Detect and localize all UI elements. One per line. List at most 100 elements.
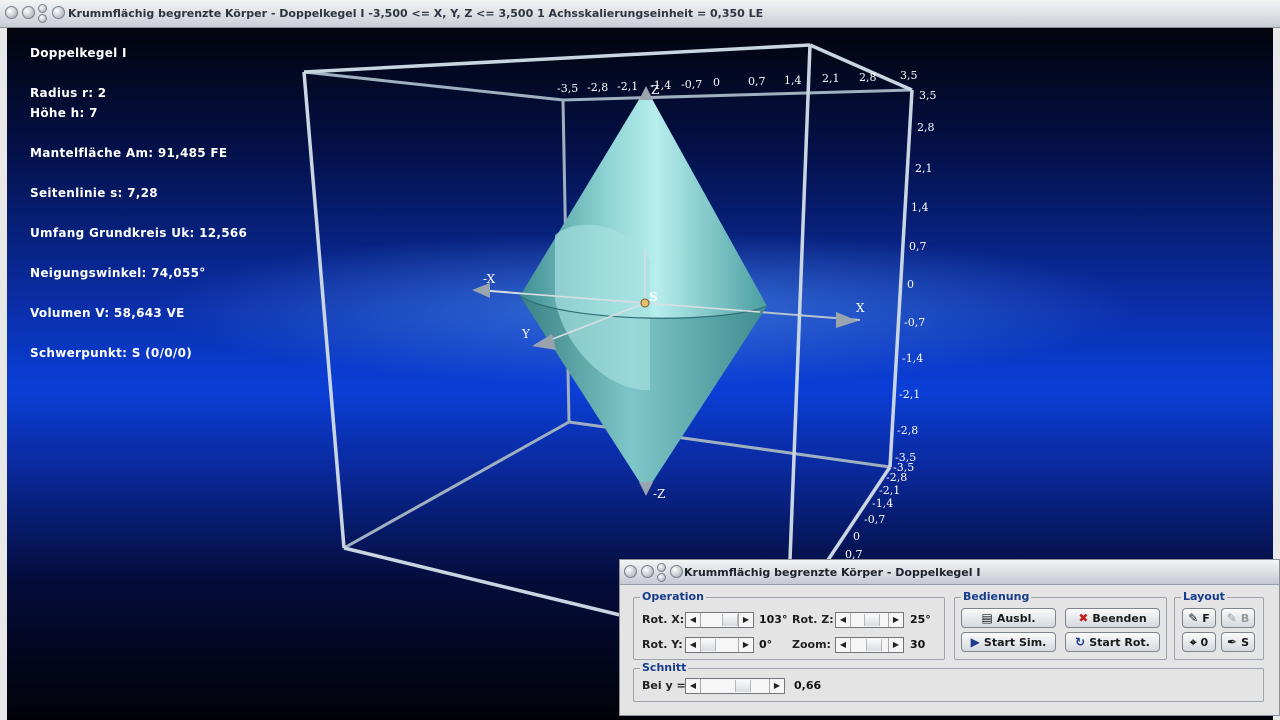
slider-thumb[interactable] [864, 614, 880, 626]
chevron-left-icon[interactable]: ◀ [836, 613, 851, 627]
section-y-value: 0,66 [794, 679, 822, 692]
tick-label: -2,1 [879, 484, 900, 497]
controls-group-label: Bedienung [961, 590, 1032, 603]
depth-tick-labels: -3,5 -2,8 -2,1 -1,4 -0,7 0 0,7 [845, 461, 914, 561]
centroid-label: S [649, 290, 658, 304]
dialog-maximize-icon[interactable] [657, 573, 666, 582]
chevron-left-icon[interactable]: ◀ [836, 638, 851, 652]
start-rot-button-label: Start Rot. [1089, 635, 1150, 649]
double-cone-solid [519, 88, 768, 492]
window-title: Krummflächig begrenzte Körper - Doppelke… [68, 7, 764, 20]
operation-group-label: Operation [640, 590, 706, 603]
radius-text: Radius r: 2 [30, 86, 107, 100]
axis-label-z: Z [651, 83, 659, 97]
tick-label: 3,5 [900, 69, 918, 82]
layout-b-button[interactable]: ✎ B [1221, 608, 1255, 628]
quit-button[interactable]: ✖ Beenden [1065, 608, 1160, 628]
start-sim-button[interactable]: ▶ Start Sim. [961, 632, 1056, 652]
circumference-text: Umfang Grundkreis Uk: 12,566 [30, 226, 248, 240]
tick-label: -3,5 [557, 82, 578, 95]
chevron-right-icon[interactable]: ▶ [738, 638, 753, 652]
window-minimize-icon[interactable] [22, 6, 35, 19]
tick-label: 2,1 [915, 162, 933, 175]
slider-thumb[interactable] [735, 680, 751, 692]
slider-thumb[interactable] [700, 639, 716, 651]
paint-bucket-icon: ✎ [1188, 611, 1199, 625]
rot-z-slider[interactable]: ◀ ▶ [835, 612, 904, 628]
tick-label: -2,8 [587, 81, 608, 94]
slider-thumb[interactable] [722, 614, 738, 626]
dialog-title-bar: Krummflächig begrenzte Körper - Doppelke… [620, 560, 1279, 585]
window-maximize-icon[interactable] [38, 14, 47, 23]
layout-f-button[interactable]: ✎ F [1182, 608, 1216, 628]
slider-thumb[interactable] [866, 639, 882, 651]
tick-label: -2,8 [897, 424, 918, 437]
tick-label: 2,8 [859, 71, 877, 84]
pen-icon: ✒ [1227, 635, 1238, 649]
axis-label-neg-z: -Z [653, 487, 665, 501]
layout-o-button[interactable]: ⌖ 0 [1182, 632, 1216, 652]
tick-label: 0,7 [748, 75, 766, 88]
axis-label-neg-x: -X [483, 272, 496, 286]
hide-button[interactable]: ▤ Ausbl. [961, 608, 1056, 628]
centroid-point [640, 298, 650, 308]
dialog-minimize-icon[interactable] [641, 565, 654, 578]
chevron-right-icon[interactable]: ▶ [738, 613, 753, 627]
chevron-left-icon[interactable]: ◀ [686, 613, 701, 627]
hide-icon: ▤ [981, 611, 993, 625]
tick-label: -1,4 [872, 497, 893, 510]
zoom-label: Zoom: [792, 638, 831, 651]
quit-button-label: Beenden [1092, 611, 1147, 625]
section-y-label: Bei y = [642, 679, 686, 692]
layout-o-label: 0 [1200, 635, 1209, 649]
axis-label-y: Y [521, 327, 531, 341]
tick-label: 0 [853, 530, 860, 543]
chevron-right-icon[interactable]: ▶ [769, 679, 784, 693]
close-x-icon: ✖ [1078, 611, 1089, 625]
layout-s-label: S [1241, 635, 1249, 649]
tick-label: 1,4 [784, 74, 802, 87]
rot-x-value: 103° [759, 613, 788, 626]
tick-label: 0 [907, 278, 914, 291]
window-menu-icon[interactable] [38, 4, 47, 13]
volume-text: Volumen V: 58,643 VE [30, 306, 185, 320]
rot-x-label: Rot. X: [642, 613, 685, 626]
play-icon: ▶ [970, 635, 980, 649]
operation-group: Operation Rot. X: ◀ ▶ 103° Rot. Z: ◀ ▶ 2… [633, 590, 945, 660]
window-restore-icon[interactable] [52, 6, 65, 19]
section-group-label: Schnitt [640, 661, 689, 674]
rot-y-slider[interactable]: ◀ ▶ [685, 637, 754, 653]
tick-label: 2,8 [917, 121, 935, 134]
zoom-slider[interactable]: ◀ ▶ [835, 637, 904, 653]
start-rot-button[interactable]: ↻ Start Rot. [1065, 632, 1160, 652]
crosshair-icon: ⌖ [1189, 634, 1197, 649]
rotate-icon: ↻ [1075, 635, 1086, 649]
window-close-icon[interactable] [5, 6, 18, 19]
rot-x-slider[interactable]: ◀ ▶ [685, 612, 754, 628]
tick-label: -0,7 [904, 316, 925, 329]
rot-y-value: 0° [759, 638, 773, 651]
dialog-menu-icon[interactable] [657, 563, 666, 572]
tick-label: -2,1 [617, 80, 638, 93]
tick-label: 1,4 [911, 201, 929, 214]
chevron-right-icon[interactable]: ▶ [888, 613, 903, 627]
dialog-restore-icon[interactable] [670, 565, 683, 578]
dialog-title: Krummflächig begrenzte Körper - Doppelke… [684, 566, 981, 579]
start-sim-button-label: Start Sim. [983, 635, 1047, 649]
section-y-slider[interactable]: ◀ ▶ [685, 678, 785, 694]
tick-label: 3,5 [919, 89, 937, 102]
chevron-left-icon[interactable]: ◀ [686, 679, 701, 693]
tick-label: -0,7 [681, 78, 702, 91]
solid-name: Doppelkegel I [30, 46, 127, 60]
dialog-close-icon[interactable] [624, 565, 637, 578]
chevron-right-icon[interactable]: ▶ [888, 638, 903, 652]
inclination-angle-text: Neigungswinkel: 74,055° [30, 266, 206, 280]
layout-s-button[interactable]: ✒ S [1221, 632, 1255, 652]
tick-label: 2,1 [822, 72, 840, 85]
rot-z-value: 25° [910, 613, 931, 626]
layout-f-label: F [1202, 611, 1210, 625]
tick-label: -1,4 [902, 352, 923, 365]
chevron-left-icon[interactable]: ◀ [686, 638, 701, 652]
lateral-surface-text: Mantelfläche Am: 91,485 FE [30, 146, 228, 160]
tick-label: -0,7 [864, 513, 885, 526]
